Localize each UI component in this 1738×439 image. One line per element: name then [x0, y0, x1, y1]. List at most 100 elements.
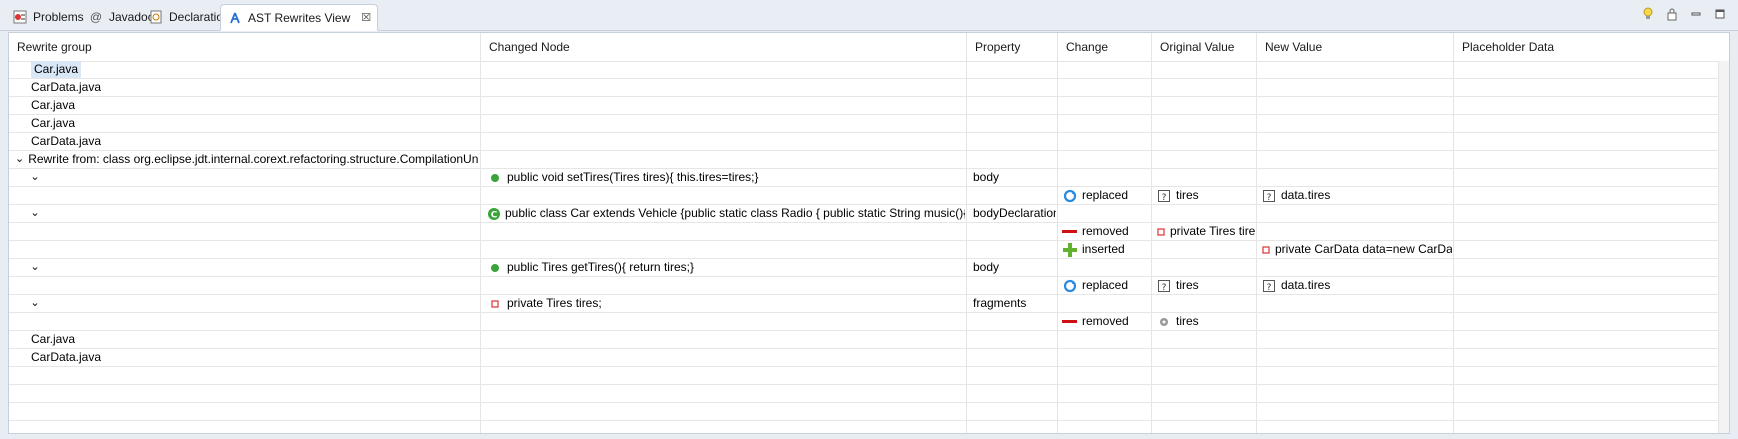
table-row[interactable]: replaced? tires? data.tires — [9, 187, 1729, 205]
problems-icon — [12, 9, 28, 25]
ast-view-icon — [227, 10, 243, 26]
table-row[interactable]: ⌄ public Tires getTires(){ return tires;}… — [9, 259, 1729, 277]
table-row[interactable] — [9, 403, 1729, 421]
unknown-node-icon: ? — [1261, 278, 1277, 294]
change-label: removed — [1082, 224, 1129, 238]
field-icon — [487, 296, 503, 312]
change-label: removed — [1082, 314, 1129, 328]
lightbulb-icon[interactable] — [1640, 6, 1656, 22]
table-body: Car.java CarData.java Car.java Car.java CarD… — [9, 61, 1729, 433]
table-row[interactable]: ⌄ Rewrite from: class org.eclipse.jdt.int… — [9, 151, 1729, 169]
field-icon — [1261, 242, 1271, 258]
table-row[interactable]: ⌄ Cpublic class Car extends Vehicle {publ… — [9, 205, 1729, 223]
chevron-down-icon[interactable]: ⌄ — [29, 259, 41, 276]
property-label: body — [973, 170, 1000, 184]
change-label: replaced — [1082, 188, 1129, 202]
unknown-node-icon: ? — [1156, 278, 1172, 294]
lock-icon[interactable] — [1664, 6, 1680, 22]
field-icon — [1156, 224, 1166, 240]
view-toolbar — [1640, 6, 1728, 22]
tab-label: Problems — [33, 10, 84, 24]
changed-node-label: private Tires tires; — [507, 296, 602, 310]
replaced-icon — [1062, 188, 1078, 204]
tab-ast-rewrites-view[interactable]: AST Rewrites View ☒ — [220, 4, 379, 31]
svg-text:C: C — [491, 210, 498, 220]
chevron-down-icon[interactable]: ⌄ — [15, 151, 24, 168]
property-label: bodyDeclarations — [973, 206, 1056, 220]
rewrite-group-label: Car.java — [31, 98, 76, 112]
table-row[interactable]: CarData.java — [9, 349, 1729, 367]
rewrite-group-label: Car.java — [31, 332, 76, 346]
changed-node-label: public Tires getTires(){ return tires;} — [507, 260, 694, 274]
change-label: inserted — [1082, 242, 1125, 256]
rewrite-group-label: CarData.java — [31, 80, 102, 94]
method-icon — [487, 260, 503, 276]
table-row[interactable] — [9, 385, 1729, 403]
ast-rewrites-table[interactable]: Rewrite group Changed Node Property Change O… — [8, 32, 1730, 434]
rewrite-group-label: Rewrite from: class org.eclipse.jdt.inte… — [28, 152, 479, 166]
view-tab-bar: Problems @ Javadoc Declaration AST Rewrites … — [0, 0, 1738, 31]
table-row[interactable]: Car.java — [9, 61, 1729, 79]
tab-label: AST Rewrites View — [248, 10, 351, 25]
table-row[interactable]: removed tires — [9, 313, 1729, 331]
table-row[interactable]: ⌄ public void setTires(Tires tires){ this… — [9, 169, 1729, 187]
original-value-label: tires — [1176, 188, 1199, 202]
declaration-icon — [148, 9, 164, 25]
column-header[interactable]: Property — [967, 33, 1058, 61]
maximize-icon[interactable] — [1712, 6, 1728, 22]
changed-node-label: public class Car extends Vehicle {public… — [505, 206, 965, 220]
rewrite-group-label: Car.java — [31, 61, 82, 78]
original-value-label: tires — [1176, 278, 1199, 292]
inserted-icon — [1062, 242, 1078, 258]
column-header[interactable]: Changed Node — [481, 33, 967, 61]
rewrite-group-label: Car.java — [31, 116, 76, 130]
property-label: fragments — [973, 296, 1027, 310]
unknown-node-icon: ? — [1261, 188, 1277, 204]
minimize-icon[interactable] — [1688, 6, 1704, 22]
removed-icon — [1062, 224, 1078, 240]
new-value-label: data.tires — [1281, 278, 1331, 292]
removed-icon — [1062, 314, 1078, 330]
replaced-icon — [1062, 278, 1078, 294]
rewrite-group-label: CarData.java — [31, 350, 102, 364]
table-row[interactable] — [9, 367, 1729, 385]
tab-problems[interactable]: Problems — [6, 5, 90, 29]
unknown-node-icon: ? — [1156, 188, 1172, 204]
javadoc-icon: @ — [89, 10, 103, 24]
column-header[interactable]: Original Value — [1152, 33, 1257, 61]
change-label: replaced — [1082, 278, 1129, 292]
method-icon — [487, 170, 503, 186]
close-icon[interactable]: ☒ — [361, 11, 371, 24]
table-row[interactable]: Car.java — [9, 331, 1729, 349]
class-icon: C — [487, 206, 501, 222]
svg-text:?: ? — [1162, 193, 1167, 202]
table-row[interactable]: inserted private CarData data=new CarData… — [9, 241, 1729, 259]
new-value-label: private CarData data=new CarData(); — [1275, 242, 1452, 256]
table-row[interactable] — [9, 421, 1729, 433]
svg-text:?: ? — [1162, 283, 1167, 292]
table-row[interactable]: Car.java — [9, 115, 1729, 133]
table-row[interactable]: Car.java — [9, 97, 1729, 115]
column-header[interactable]: Placeholder Data — [1454, 33, 1721, 61]
new-value-label: data.tires — [1281, 188, 1331, 202]
variable-icon — [1156, 314, 1172, 330]
property-label: body — [973, 260, 1000, 274]
svg-text:?: ? — [1267, 193, 1272, 202]
table-row[interactable]: CarData.java — [9, 133, 1729, 151]
column-header[interactable]: Rewrite group — [9, 33, 481, 61]
table-header: Rewrite group Changed Node Property Change O… — [9, 33, 1729, 62]
rewrite-group-label: CarData.java — [31, 134, 102, 148]
chevron-down-icon[interactable]: ⌄ — [29, 205, 41, 222]
svg-text:?: ? — [1267, 283, 1272, 292]
chevron-down-icon[interactable]: ⌄ — [29, 295, 41, 312]
original-value-label: tires — [1176, 314, 1199, 328]
column-header[interactable]: Change — [1058, 33, 1152, 61]
original-value-label: private Tires tires; — [1170, 224, 1255, 238]
chevron-down-icon[interactable]: ⌄ — [29, 169, 41, 186]
column-header[interactable]: New Value — [1257, 33, 1454, 61]
table-row[interactable]: ⌄ private Tires tires; fragments — [9, 295, 1729, 313]
vertical-scrollbar[interactable] — [1718, 61, 1729, 433]
table-row[interactable]: CarData.java — [9, 79, 1729, 97]
table-row[interactable]: removed private Tires tires; — [9, 223, 1729, 241]
table-row[interactable]: replaced? tires? data.tires — [9, 277, 1729, 295]
